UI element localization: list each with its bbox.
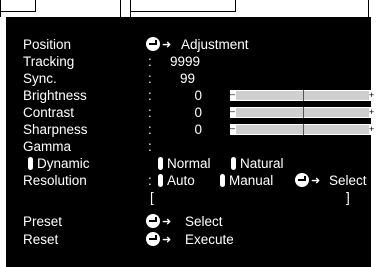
position-menu-panel: Position ➜ Adjustment Tracking : 9999 Sy… — [6, 17, 375, 267]
radio-indicator-icon — [28, 157, 33, 170]
gamma-option-normal[interactable]: Normal — [158, 155, 211, 172]
gamma-option-natural[interactable]: Natural — [231, 155, 284, 172]
enter-button-icon: ➜ — [295, 172, 320, 190]
callout-line — [0, 17, 1, 267]
plus-icon — [369, 104, 375, 121]
menu-label: Brightness — [23, 88, 87, 103]
select-label: Select — [329, 173, 367, 188]
minus-icon — [230, 86, 236, 103]
callout-line — [130, 11, 235, 12]
callout-line — [368, 0, 369, 17]
bracket-open: [ — [150, 190, 154, 205]
contrast-slider[interactable] — [230, 103, 375, 121]
resolution-option-auto[interactable]: Auto — [158, 172, 195, 189]
enter-button-icon: ➜ — [146, 213, 171, 231]
menu-label: Sharpness — [23, 122, 88, 137]
resolution-option-manual[interactable]: Manual — [220, 172, 273, 189]
menu-label: Reset — [23, 232, 59, 247]
menu-label: Preset — [23, 214, 63, 229]
plus-icon — [369, 87, 375, 104]
minus-icon — [230, 103, 236, 120]
menu-label: Gamma — [23, 139, 72, 154]
menu-label: Tracking — [23, 54, 75, 69]
gamma-option-dynamic[interactable]: Dynamic — [28, 155, 90, 172]
bracket-close: ] — [346, 190, 350, 205]
callout-line — [235, 0, 236, 12]
menu-label: Sync. — [23, 71, 57, 86]
radio-indicator-icon — [158, 157, 163, 170]
contrast-value: 0 — [194, 105, 202, 120]
reset-action: Execute — [185, 232, 234, 247]
callout-line — [0, 11, 36, 12]
preset-action: Select — [185, 214, 223, 229]
brightness-value: 0 — [194, 88, 202, 103]
sync-value: 99 — [179, 71, 195, 86]
menu-label: Position — [23, 37, 72, 52]
brightness-slider[interactable] — [230, 86, 375, 104]
callout-line — [120, 0, 121, 17]
radio-indicator-icon — [231, 157, 236, 170]
tracking-value: 9999 — [169, 54, 200, 69]
radio-indicator-icon — [158, 174, 163, 187]
menu-label: Contrast — [23, 105, 75, 120]
enter-button-icon: ➜ — [146, 231, 171, 249]
sharpness-value: 0 — [194, 122, 202, 137]
minus-icon — [230, 120, 236, 137]
adjustment-label: Adjustment — [181, 37, 249, 52]
menu-label: Resolution — [23, 173, 87, 188]
radio-indicator-icon — [220, 174, 225, 187]
plus-icon — [369, 121, 375, 138]
callout-line — [130, 0, 131, 17]
enter-button-icon: ➜ — [146, 36, 171, 54]
sharpness-slider[interactable] — [230, 120, 375, 138]
callout-line — [0, 0, 1, 17]
